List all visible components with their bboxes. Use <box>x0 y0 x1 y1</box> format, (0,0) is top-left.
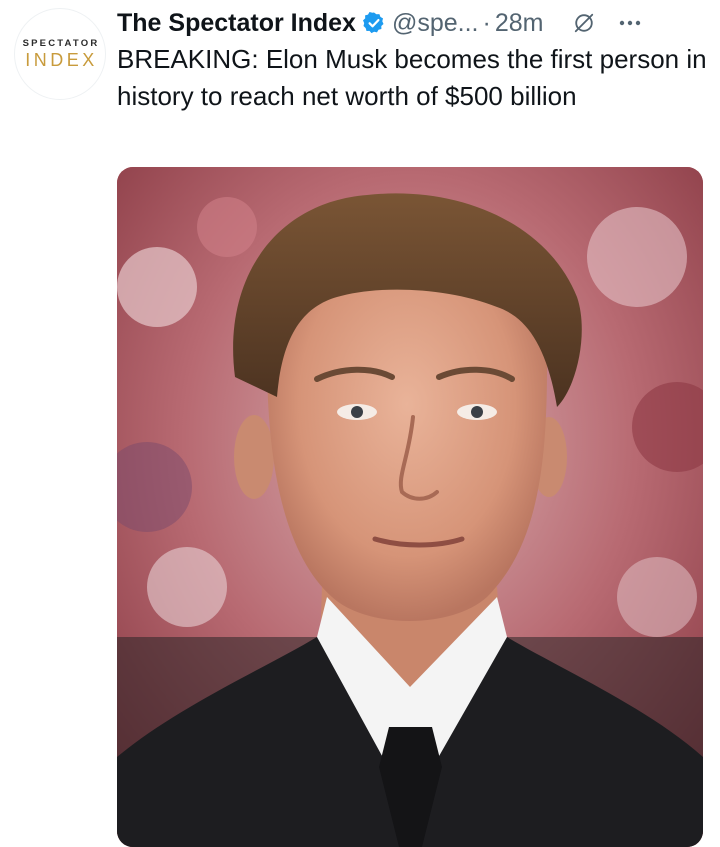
timestamp[interactable]: 28m <box>495 9 544 38</box>
verified-badge-icon <box>362 12 384 34</box>
tweet-text: BREAKING: Elon Musk becomes the first pe… <box>117 44 707 111</box>
avatar-logo-bottom: INDEX <box>25 49 98 70</box>
author-name[interactable]: The Spectator Index <box>117 9 356 38</box>
separator-dot: · <box>482 8 491 37</box>
grok-icon[interactable] <box>573 12 595 34</box>
tweet-photo[interactable] <box>117 167 703 847</box>
more-options-icon[interactable] <box>617 10 643 36</box>
avatar[interactable]: SPECTATOR INDEX <box>14 8 106 100</box>
tweet-header: The Spectator Index @spe... · 28m <box>117 6 710 40</box>
photo-portrait-image <box>117 167 703 847</box>
author-handle[interactable]: @spe... <box>392 9 479 38</box>
avatar-logo-top: SPECTATOR <box>22 37 100 49</box>
